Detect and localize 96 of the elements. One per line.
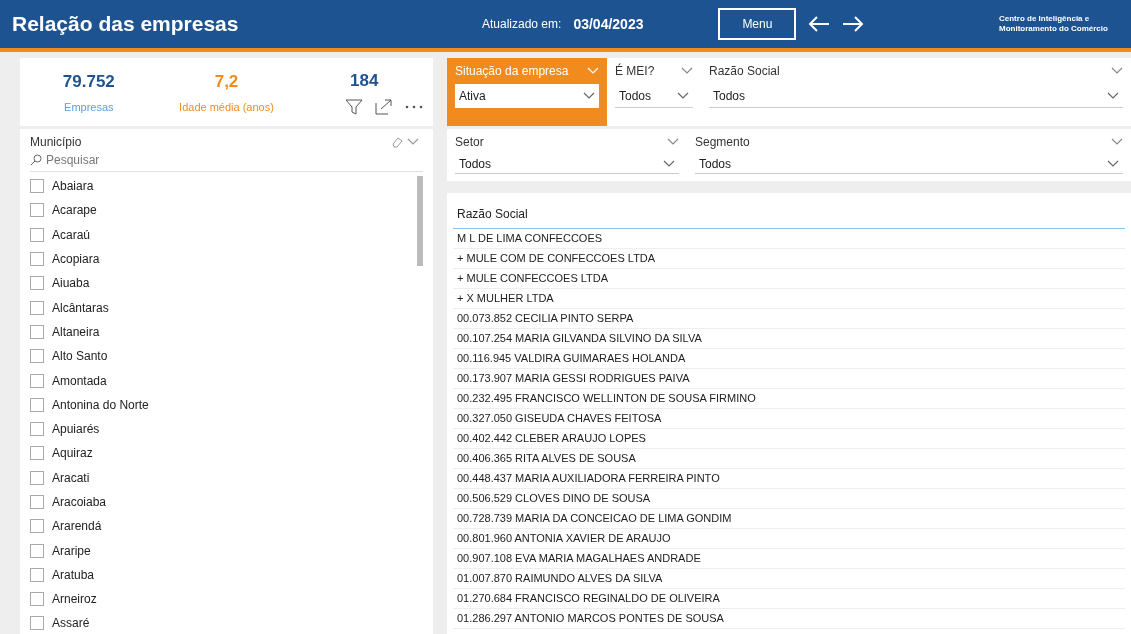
eraser-icon[interactable] <box>391 136 403 148</box>
municipality-name[interactable]: Antonina do Norte <box>52 395 149 414</box>
forward-arrow-icon[interactable] <box>842 15 865 33</box>
municipality-name[interactable]: Assaré <box>52 614 90 633</box>
slicer-title: É MEI? <box>615 62 655 80</box>
checkbox[interactable] <box>30 616 44 631</box>
chevron-down-icon <box>407 138 419 146</box>
more-options-icon[interactable] <box>405 104 424 109</box>
checkbox[interactable] <box>30 349 44 364</box>
checkbox[interactable] <box>30 373 44 388</box>
table-cell: M L DE LIMA CONFECCOES <box>453 229 1125 249</box>
chevron-down-icon <box>677 91 689 100</box>
chevron-down-icon <box>681 67 693 75</box>
table-cell: + MULE CONFECCOES LTDA <box>453 269 1125 289</box>
page-title: Relação das empresas <box>12 11 240 38</box>
back-arrow-icon[interactable] <box>808 15 831 33</box>
checkbox[interactable] <box>30 203 44 218</box>
slicer-title: Situação da empresa <box>455 63 569 80</box>
municipality-name[interactable]: Amontada <box>52 371 107 390</box>
municipality-name[interactable]: Ararendá <box>52 517 102 536</box>
panel-title: Município <box>30 134 82 151</box>
municipality-name[interactable]: Araripe <box>52 541 91 560</box>
table-cell: 00.232.495 FRANCISCO WELLINTON DE SOUSA FIRMINO <box>453 389 1125 409</box>
municipality-name[interactable]: Apuiarés <box>52 420 100 439</box>
kpi-value: 79.752 <box>62 71 115 93</box>
municipality-name[interactable]: Aquiraz <box>52 444 93 463</box>
checkbox[interactable] <box>30 397 44 412</box>
municipality-name[interactable]: Alto Santo <box>52 347 108 366</box>
municipality-name[interactable]: Arneiroz <box>52 590 97 609</box>
kpi-label: Idade média (anos) <box>179 99 274 115</box>
checkbox[interactable] <box>30 567 44 582</box>
table-cell: 01.270.684 FRANCISCO REGINALDO DE OLIVEIRA <box>453 589 1125 609</box>
municipality-name[interactable]: Alcântaras <box>52 298 109 317</box>
checkbox[interactable] <box>30 446 44 461</box>
municipality-name[interactable]: Acopiara <box>52 250 100 269</box>
municipality-name[interactable]: Aratuba <box>52 565 95 584</box>
chevron-down-icon <box>1107 160 1119 168</box>
slicer-title: Setor <box>455 134 484 151</box>
search-icon <box>30 154 42 166</box>
municipality-name[interactable]: Abaiara <box>52 177 94 196</box>
checkbox[interactable] <box>30 495 44 509</box>
filter-icon[interactable] <box>345 97 364 116</box>
checkbox[interactable] <box>30 519 44 534</box>
municipality-name[interactable]: Altaneira <box>52 322 100 341</box>
table-cell: + X MULHER LTDA <box>453 289 1125 309</box>
kpi-value: 184 <box>350 70 379 93</box>
table-cell: + MULE COM DE CONFECCOES LTDA <box>453 249 1125 269</box>
kpi-label: Empresas <box>64 99 114 115</box>
table-cell: 00.907.108 EVA MARIA MAGALHAES ANDRADE <box>453 549 1125 569</box>
slicer-title: Razão Social <box>709 63 780 80</box>
chevron-down-icon <box>1107 91 1119 100</box>
table-cell: 01.286.297 ANTONIO MARCOS PONTES DE SOUSA <box>453 609 1125 629</box>
updated-label: Atualizado em: <box>482 16 562 33</box>
column-header: Razão Social <box>453 199 1125 229</box>
scrollbar-thumb[interactable] <box>417 176 423 266</box>
kpi-value: 7,2 <box>214 71 239 93</box>
table-cell: 00.107.254 MARIA GILVANDA SILVINO DA SILVA <box>453 329 1125 349</box>
checkbox[interactable] <box>30 227 44 242</box>
checkbox[interactable] <box>30 252 44 267</box>
chevron-down-icon <box>1111 67 1123 75</box>
table-cell: 00.801.960 ANTONIA XAVIER DE ARAUJO <box>453 529 1125 549</box>
slicer-title: Segmento <box>695 134 750 151</box>
chevron-down-icon <box>663 160 675 168</box>
table-cell: 00.173.907 MARIA GESSI RODRIGUES PAIVA <box>453 369 1125 389</box>
chevron-down-icon <box>667 138 679 146</box>
table-cell: 00.073.852 CECILIA PINTO SERPA <box>453 309 1125 329</box>
chevron-down-icon <box>587 67 599 75</box>
table-cell: 00.506.529 CLOVES DINO DE SOUSA <box>453 489 1125 509</box>
table-cell: 00.116.945 VALDIRA GUIMARAES HOLANDA <box>453 349 1125 369</box>
municipality-name[interactable]: Aiuaba <box>52 274 90 293</box>
municipality-name[interactable]: Acaraú <box>52 225 91 244</box>
dropdown[interactable]: Ativa <box>455 84 599 108</box>
table-cell: 00.402.442 CLEBER ARAUJO LOPES <box>453 429 1125 449</box>
menu-button[interactable]: Menu <box>718 8 797 40</box>
checkbox[interactable] <box>30 543 44 558</box>
municipality-name[interactable]: Aracoiaba <box>52 493 107 511</box>
focus-mode-icon[interactable] <box>375 98 394 115</box>
table-cell: 00.406.365 RITA ALVES DE SOUSA <box>453 449 1125 469</box>
table-cell: 00.327.050 GISEUDA CHAVES FEITOSA <box>453 409 1125 429</box>
checkbox[interactable] <box>30 179 44 194</box>
chevron-down-icon <box>583 92 595 100</box>
checkbox[interactable] <box>30 324 44 339</box>
updated-date: 03/04/2023 <box>573 14 645 34</box>
table-cell: 00.448.437 MARIA AUXILIADORA FERREIRA PINTO <box>453 469 1125 489</box>
table-cell: 00.728.739 MARIA DA CONCEICAO DE LIMA GONDIM <box>453 509 1125 529</box>
checkbox[interactable] <box>30 276 44 291</box>
table-cell: 01.007.870 RAIMUNDO ALVES DA SILVA <box>453 569 1125 589</box>
org-name: Centro de Inteligência e Monitoramento do Comércio <box>999 14 1109 34</box>
checkbox[interactable] <box>30 592 44 607</box>
checkbox[interactable] <box>30 470 44 485</box>
search-field[interactable]: Pesquisar <box>46 151 423 169</box>
municipality-name[interactable]: Acarape <box>52 201 97 220</box>
checkbox[interactable] <box>30 422 44 437</box>
municipality-name[interactable]: Aracati <box>52 468 90 487</box>
chevron-down-icon <box>1111 138 1123 146</box>
checkbox[interactable] <box>30 300 44 315</box>
